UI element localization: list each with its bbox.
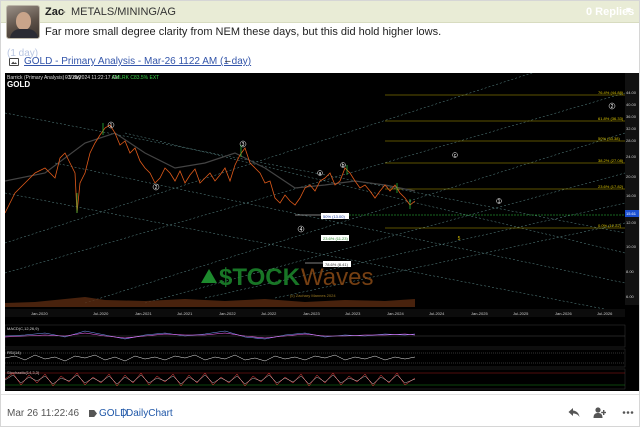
price-last-label: 15.61 <box>626 211 637 216</box>
indicator-label: RSI(14) <box>7 350 21 355</box>
chart-header-price: CHLRK C83.5% EXT <box>112 75 159 81</box>
reply-icon[interactable] <box>568 407 580 418</box>
fib-label: 0.0% (12.22) <box>598 223 622 228</box>
image-icon <box>9 58 19 66</box>
post-body: Far more small degree clarity from NEM t… <box>45 26 442 38</box>
avatar-shirt <box>10 29 38 38</box>
y-tick: 40.00 <box>626 102 637 107</box>
x-tick: Jan-2022 <box>219 311 236 316</box>
attachment-trailing: – <box>225 56 231 67</box>
y-tick: 28.00 <box>626 138 637 143</box>
y-tick: 8.00 <box>626 269 635 274</box>
wave-label: 2 <box>155 185 158 191</box>
x-tick: Jan-2026 <box>555 311 572 316</box>
x-tick: Jul-2021 <box>177 311 193 316</box>
fib-box-label: 50% (13.00) <box>323 214 345 219</box>
fib-label: 61.8% (36.33) <box>598 116 624 121</box>
wave-label: 3 <box>242 142 245 148</box>
wave-label: 2 <box>611 104 614 110</box>
fib-label: 38.2% (27.08) <box>598 158 624 163</box>
x-tick: Jul-2020 <box>93 311 109 316</box>
wave-label: 1 <box>498 199 501 205</box>
wave-label: 1 <box>110 123 113 129</box>
chart-svg: Barrick (Primary Analysis) - 1 day 03/26… <box>5 73 639 391</box>
y-tick: 16.00 <box>626 193 637 198</box>
wave-label: b <box>342 163 345 169</box>
stochastic-panel: Stochastic(14,3,3) <box>5 368 626 390</box>
y-tick: 24.00 <box>626 154 637 159</box>
watermark-text: $TOCK <box>219 264 301 291</box>
follow-user-icon[interactable] <box>593 407 606 418</box>
y-tick: 6.00 <box>626 294 635 299</box>
y-tick: 10.00 <box>626 244 637 249</box>
x-tick: Jan-2025 <box>471 311 488 316</box>
tag-icon <box>89 410 97 417</box>
chevron-down-icon[interactable]: ▾ <box>626 5 631 16</box>
wave-label: a <box>319 171 322 177</box>
x-tick: Jul-2025 <box>513 311 529 316</box>
x-tick: Jul-2023 <box>345 311 361 316</box>
forum-post: Zac - METALS/MINING/AG 0 Replies ▾ Far m… <box>0 0 640 427</box>
x-tick: Jan-2024 <box>387 311 404 316</box>
indicator-label: Stochastic(14,3,3) <box>7 370 40 375</box>
chart-header-date: 03/26/2024 11:22:17 AM <box>65 75 119 81</box>
header-separator: - <box>62 6 66 18</box>
y-tick: 20.00 <box>626 174 637 179</box>
avatar-face <box>16 12 31 30</box>
fib-label: 23.6% (17.82) <box>598 184 624 189</box>
tag-separator: | <box>122 408 125 419</box>
x-tick: Jul-2024 <box>429 311 445 316</box>
fib-label: 50% (33.38) <box>598 136 620 141</box>
x-tick: Jul-2026 <box>597 311 613 316</box>
chart-symbol: GOLD <box>7 80 30 89</box>
post-timestamp: Mar 26 11:22:46 <box>7 408 80 419</box>
y-tick: 32.00 <box>626 126 637 131</box>
wave-label: 5 <box>458 236 461 242</box>
post-footer: Mar 26 11:22:46 GOLD | DailyChart <box>1 394 639 427</box>
x-tick: Jul-2022 <box>261 311 277 316</box>
y-tick: 44.00 <box>626 90 637 95</box>
y-tick: 12.00 <box>626 220 637 225</box>
copyright: (c) Zachary Mannes 2024 <box>290 293 336 298</box>
post-header: Zac - METALS/MINING/AG 0 Replies ▾ <box>1 1 639 23</box>
x-tick: Jan-2021 <box>135 311 152 316</box>
avatar[interactable] <box>6 5 40 39</box>
x-tick: Jan-2020 <box>31 311 48 316</box>
x-tick: Jan-2023 <box>303 311 320 316</box>
post-category[interactable]: METALS/MINING/AG <box>71 6 176 18</box>
more-icon[interactable] <box>622 407 634 418</box>
attachment-link[interactable]: GOLD - Primary Analysis - Mar-26 1122 AM… <box>24 56 251 67</box>
y-tick: 36.00 <box>626 114 637 119</box>
rsi-panel: RSI(14) <box>5 348 626 368</box>
fib-box-label: 23.6% (11.23) <box>323 236 348 241</box>
stock-chart[interactable]: Barrick (Primary Analysis) - 1 day 03/26… <box>5 73 639 391</box>
fib-label: 76.4% (44.88) <box>598 90 624 95</box>
macd-panel: MACD(C,12,26,9) <box>5 324 626 348</box>
wave-label: 4 <box>300 227 303 233</box>
tag-link[interactable]: DailyChart <box>126 408 173 419</box>
indicator-label: MACD(C,12,26,9) <box>7 326 39 331</box>
watermark-text-2: Waves <box>301 264 373 291</box>
